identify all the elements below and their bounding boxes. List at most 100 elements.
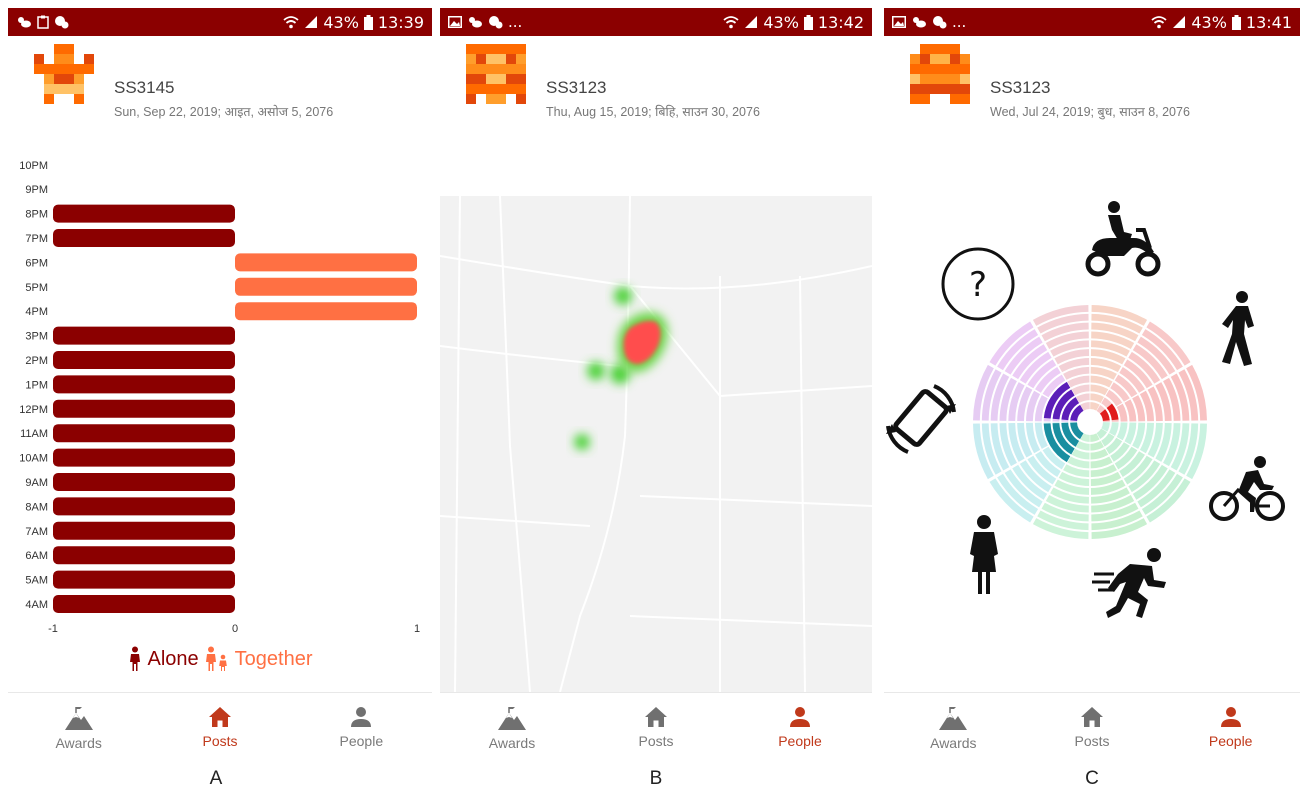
bottom-nav: Awards Posts People <box>884 692 1300 760</box>
notification-icons: ... <box>448 13 522 31</box>
tab-posts[interactable]: Posts <box>1023 693 1162 760</box>
y-tick-label: 10PM <box>19 160 48 172</box>
gallery-icon <box>448 16 462 28</box>
avatar[interactable] <box>910 44 970 104</box>
legend-together-label: Together <box>234 647 313 670</box>
gallery-icon <box>892 16 906 28</box>
parent-child-icon <box>205 646 227 671</box>
x-tick-label: -1 <box>48 623 58 635</box>
weather-icon <box>913 17 926 28</box>
panel-b: ... 43% 13:42 SS3123 Thu, Aug 15, 2019; … <box>440 8 872 760</box>
y-tick-label: 9PM <box>25 184 48 196</box>
post-header: SS3123 Wed, Jul 24, 2019; बुध, साउन 8, 2… <box>884 42 1300 119</box>
map-canvas[interactable] <box>440 195 872 693</box>
signal-icon <box>1173 16 1186 28</box>
y-tick-label: 2PM <box>25 355 48 367</box>
presence-bar <box>53 204 235 223</box>
status-extra: ... <box>952 13 967 31</box>
presence-bar-chart: 4AM 5AM 6AM 7AM 8AM 9AM 10AM 11AM 12PM 1PM 2PM 3PM 4… <box>19 160 420 635</box>
tab-people[interactable]: People <box>1161 693 1300 760</box>
avatar[interactable] <box>466 44 526 104</box>
tab-awards-label: Awards <box>488 735 536 751</box>
mountain-flag-icon <box>498 707 526 730</box>
y-tick-label: 6PM <box>25 257 48 269</box>
tab-people[interactable]: People <box>728 693 872 760</box>
status-bar: ... 43% 13:41 <box>884 8 1300 36</box>
standing-woman-icon <box>970 515 998 594</box>
y-tick-label: 6AM <box>25 550 48 562</box>
tab-awards-label: Awards <box>55 735 102 751</box>
y-tick-label: 5PM <box>25 282 48 294</box>
battery-icon <box>803 14 813 30</box>
clock: 13:42 <box>817 12 864 32</box>
home-icon <box>208 707 231 727</box>
presence-bar <box>53 326 235 345</box>
person-icon <box>129 646 140 671</box>
avatar[interactable] <box>34 44 94 104</box>
y-tick-label: 7PM <box>25 233 48 245</box>
location-heatmap[interactable] <box>440 195 872 693</box>
y-tick-label: 12PM <box>19 404 48 416</box>
presence-bar <box>53 473 235 491</box>
y-tick-label: 1PM <box>25 379 48 391</box>
post-date: Sun, Sep 22, 2019; आइत, असोज 5, 2076 <box>114 105 334 119</box>
presence-bar <box>53 229 235 247</box>
clock: 13:39 <box>377 12 424 32</box>
legend-together: Together <box>205 646 313 672</box>
notification-icons <box>16 15 74 29</box>
user-id[interactable]: SS3123 <box>990 78 1051 98</box>
status-extra: ... <box>508 13 523 31</box>
presence-bar <box>53 448 235 467</box>
status-bar: 43% 13:39 <box>8 8 432 36</box>
person-icon <box>1220 707 1241 727</box>
tab-awards[interactable]: Awards <box>884 693 1023 760</box>
presence-bar <box>53 546 235 565</box>
tab-people-label: People <box>778 733 822 749</box>
presence-bar <box>53 570 235 589</box>
home-icon <box>645 707 667 727</box>
home-icon <box>1081 707 1103 727</box>
tab-awards[interactable]: Awards <box>8 693 149 760</box>
wifi-icon <box>283 16 299 29</box>
tab-posts[interactable]: Posts <box>584 693 728 760</box>
tab-people-label: People <box>1208 733 1253 749</box>
post-date: Wed, Jul 24, 2019; बुध, साउन 8, 2076 <box>990 105 1190 119</box>
tab-posts[interactable]: Posts <box>149 693 290 760</box>
status-bar: ... 43% 13:42 <box>440 8 872 36</box>
system-status: 43% 13:39 <box>283 13 424 32</box>
question-icon: ? <box>941 247 1015 321</box>
y-tick-label: 11AM <box>20 428 48 440</box>
mountain-flag-icon <box>64 707 93 730</box>
chat-icon <box>933 16 947 29</box>
tab-awards[interactable]: Awards <box>440 693 584 760</box>
weather-icon <box>469 17 482 28</box>
tab-people[interactable]: People <box>291 693 432 760</box>
signal-icon <box>305 16 318 28</box>
tab-posts-label: Posts <box>202 733 238 749</box>
panel-c: ... 43% 13:41 SS3123 Wed, Jul 24, 2019; … <box>884 8 1300 760</box>
battery-icon <box>363 14 373 30</box>
bottom-nav: Awards Posts People <box>440 692 872 760</box>
legend-alone-label: Alone <box>147 647 199 670</box>
caption-a: A <box>209 768 223 789</box>
heat-spots <box>574 287 668 450</box>
map-roads <box>440 195 872 693</box>
user-id[interactable]: SS3145 <box>114 78 175 98</box>
chart-legend: Alone Together <box>8 646 432 672</box>
person-icon <box>351 707 372 727</box>
radial-segment <box>1090 393 1104 403</box>
tab-awards-label: Awards <box>930 735 977 751</box>
presence-bar <box>53 375 235 394</box>
y-tick-label: 3PM <box>25 331 48 343</box>
wifi-icon <box>1151 16 1167 29</box>
post-header: SS3123 Thu, Aug 15, 2019; बिहि, साउन 30,… <box>440 42 872 119</box>
battery-percent: 43% <box>1191 12 1227 32</box>
signal-icon <box>745 16 758 28</box>
user-id[interactable]: SS3123 <box>546 78 607 98</box>
presence-bar <box>235 253 417 272</box>
battery-icon <box>1231 14 1241 30</box>
presence-bar <box>53 595 235 613</box>
y-tick-label: 4AM <box>25 599 48 611</box>
system-status: 43% 13:42 <box>723 13 864 32</box>
y-tick-label: 8PM <box>25 209 48 221</box>
